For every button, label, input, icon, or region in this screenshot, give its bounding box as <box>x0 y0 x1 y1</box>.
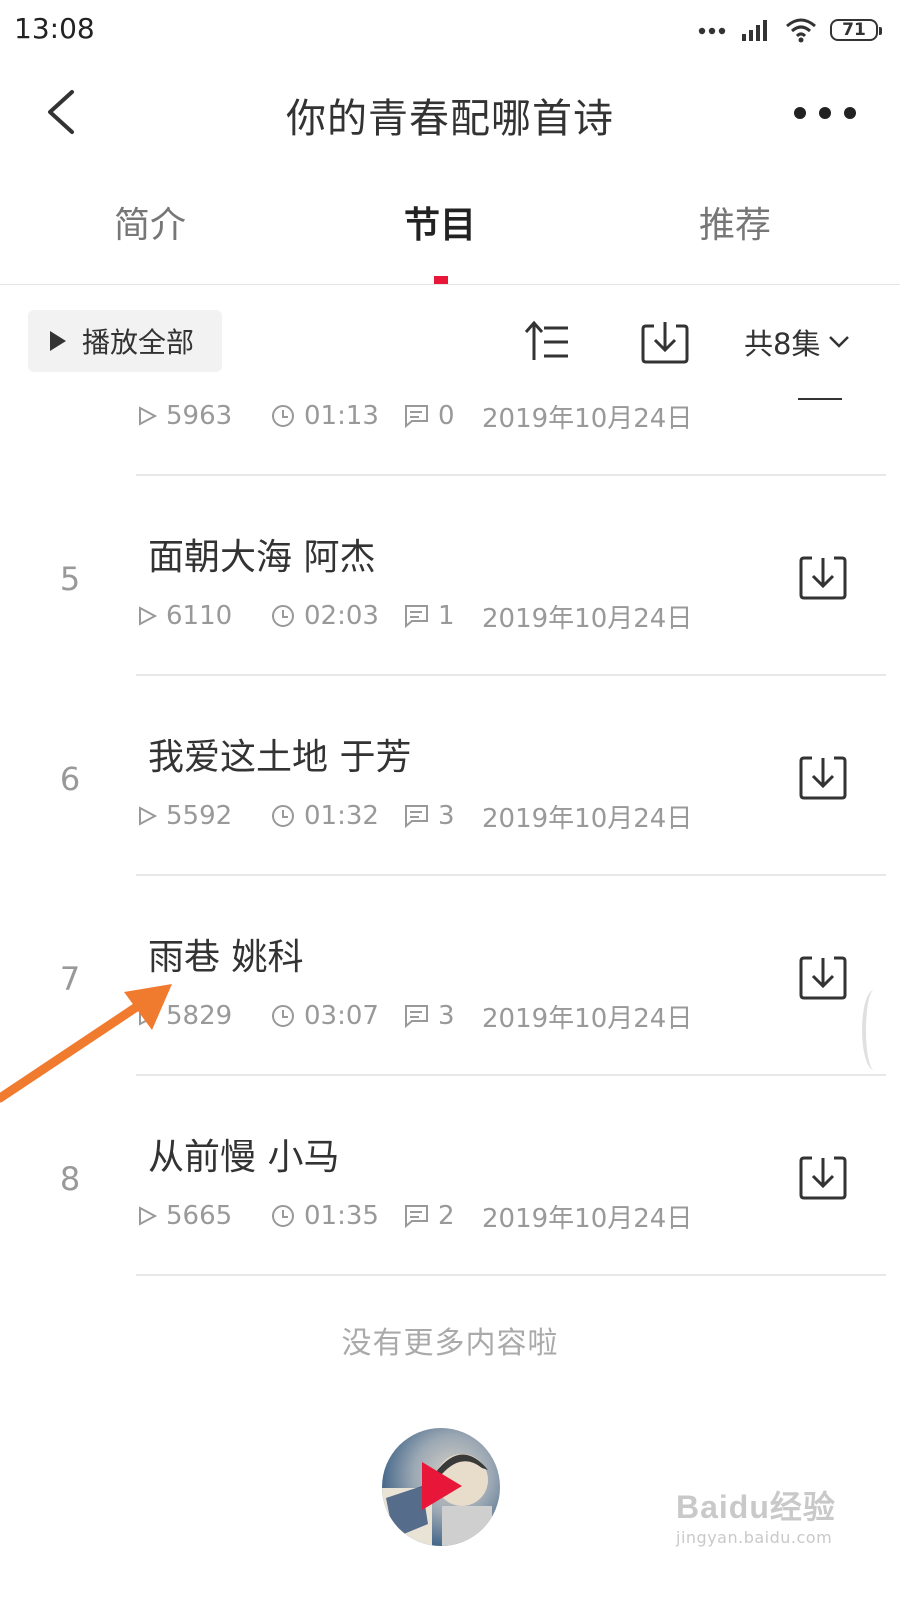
cell-signal-icon <box>742 20 767 41</box>
episode-title: 从前慢 小马 <box>148 1137 340 1178</box>
duration: 01:35 <box>304 1201 379 1231</box>
mini-player-button[interactable] <box>382 1428 500 1546</box>
list-item[interactable]: 5 面朝大海 阿杰 6110 02:03 1 2019年10月24日 <box>0 476 900 676</box>
tab-intro[interactable]: 简介 <box>0 196 300 248</box>
battery-indicator: 71 <box>830 19 882 41</box>
publish-date: 2019年10月24日 <box>482 1003 693 1034</box>
download-icon-partial <box>798 398 842 400</box>
status-time: 13:08 <box>14 12 95 45</box>
status-icons: 71 <box>698 14 882 46</box>
play-count: 5665 <box>166 1201 233 1231</box>
episode-meta: 6110 02:03 1 2019年10月24日 <box>136 598 692 634</box>
comment-icon <box>405 605 428 629</box>
duration: 01:13 <box>304 401 379 431</box>
tab-recommend[interactable]: 推荐 <box>585 196 885 248</box>
play-count: 5963 <box>166 401 233 431</box>
download-icon <box>799 956 847 1000</box>
more-dots-icon <box>819 107 831 119</box>
comment-icon <box>405 1005 428 1029</box>
list-end-text: 没有更多内容啦 <box>341 1326 559 1361</box>
comment-count: 3 <box>438 801 455 831</box>
comment-icon <box>405 405 428 429</box>
comment-icon <box>405 805 428 829</box>
episode-meta: 5665 01:35 2 2019年10月24日 <box>136 1198 692 1234</box>
play-count-icon <box>139 606 158 626</box>
download-button[interactable] <box>798 754 848 802</box>
play-count: 6110 <box>166 601 233 631</box>
duration: 02:03 <box>304 601 379 631</box>
clock-icon <box>272 405 294 427</box>
publish-date: 2019年10月24日 <box>482 803 693 834</box>
download-button[interactable] <box>798 954 848 1002</box>
tab-episodes[interactable]: 节目 <box>290 196 590 248</box>
duration: 03:07 <box>304 1001 379 1031</box>
episode-title: 雨巷 姚科 <box>148 937 304 978</box>
list-item[interactable]: 6 我爱这土地 于芳 5592 01:32 3 2019年10月24日 <box>0 676 900 876</box>
clock-icon <box>272 805 294 827</box>
download-button[interactable] <box>798 554 848 602</box>
play-count-icon <box>139 806 158 826</box>
episode-meta: 5829 03:07 3 2019年10月24日 <box>136 998 692 1034</box>
clock-icon <box>272 605 294 627</box>
watermark-brand: Baidu经验 <box>676 1489 836 1525</box>
list-item[interactable]: 5963 01:13 0 2019年10月24日 <box>0 276 900 476</box>
watermark-url: jingyan.baidu.com <box>676 1528 833 1547</box>
episode-index: 6 <box>59 760 81 798</box>
play-count-icon <box>139 1206 158 1226</box>
episode-meta: 5592 01:32 3 2019年10月24日 <box>136 798 692 834</box>
more-button[interactable] <box>794 96 856 130</box>
clock-icon <box>272 1005 294 1027</box>
comment-count: 1 <box>438 601 455 631</box>
publish-date: 2019年10月24日 <box>482 1203 693 1234</box>
comment-icon <box>405 1205 428 1229</box>
wifi-icon <box>786 18 816 43</box>
play-count-icon <box>139 406 158 426</box>
scroll-indicator <box>862 990 886 1070</box>
publish-date: 2019年10月24日 <box>482 403 693 434</box>
play-icon <box>422 1462 462 1510</box>
episode-meta: 5963 01:13 0 2019年10月24日 <box>136 398 692 434</box>
signal-dots-icon <box>698 27 726 35</box>
comment-count: 3 <box>438 1001 455 1031</box>
episode-title: 面朝大海 阿杰 <box>148 537 376 578</box>
more-dots-icon <box>794 107 806 119</box>
divider <box>136 1274 886 1276</box>
episode-title: 我爱这土地 于芳 <box>148 737 412 778</box>
comment-count: 0 <box>438 401 455 431</box>
episode-index: 8 <box>59 1160 81 1198</box>
battery-level: 71 <box>842 20 866 40</box>
clock-icon <box>272 1205 294 1227</box>
annotation-arrow-icon <box>0 984 172 1103</box>
comment-count: 2 <box>438 1201 455 1231</box>
publish-date: 2019年10月24日 <box>482 603 693 634</box>
play-count: 5592 <box>166 801 233 831</box>
page-title: 你的青春配哪首诗 <box>286 96 614 142</box>
more-dots-icon <box>844 107 856 119</box>
episode-index: 5 <box>59 560 81 598</box>
download-icon <box>799 756 847 800</box>
duration: 01:32 <box>304 801 379 831</box>
download-icon <box>799 1156 847 1200</box>
download-icon <box>799 556 847 600</box>
watermark: Baidu经验 jingyan.baidu.com <box>676 1482 886 1547</box>
download-button[interactable] <box>798 1154 848 1202</box>
